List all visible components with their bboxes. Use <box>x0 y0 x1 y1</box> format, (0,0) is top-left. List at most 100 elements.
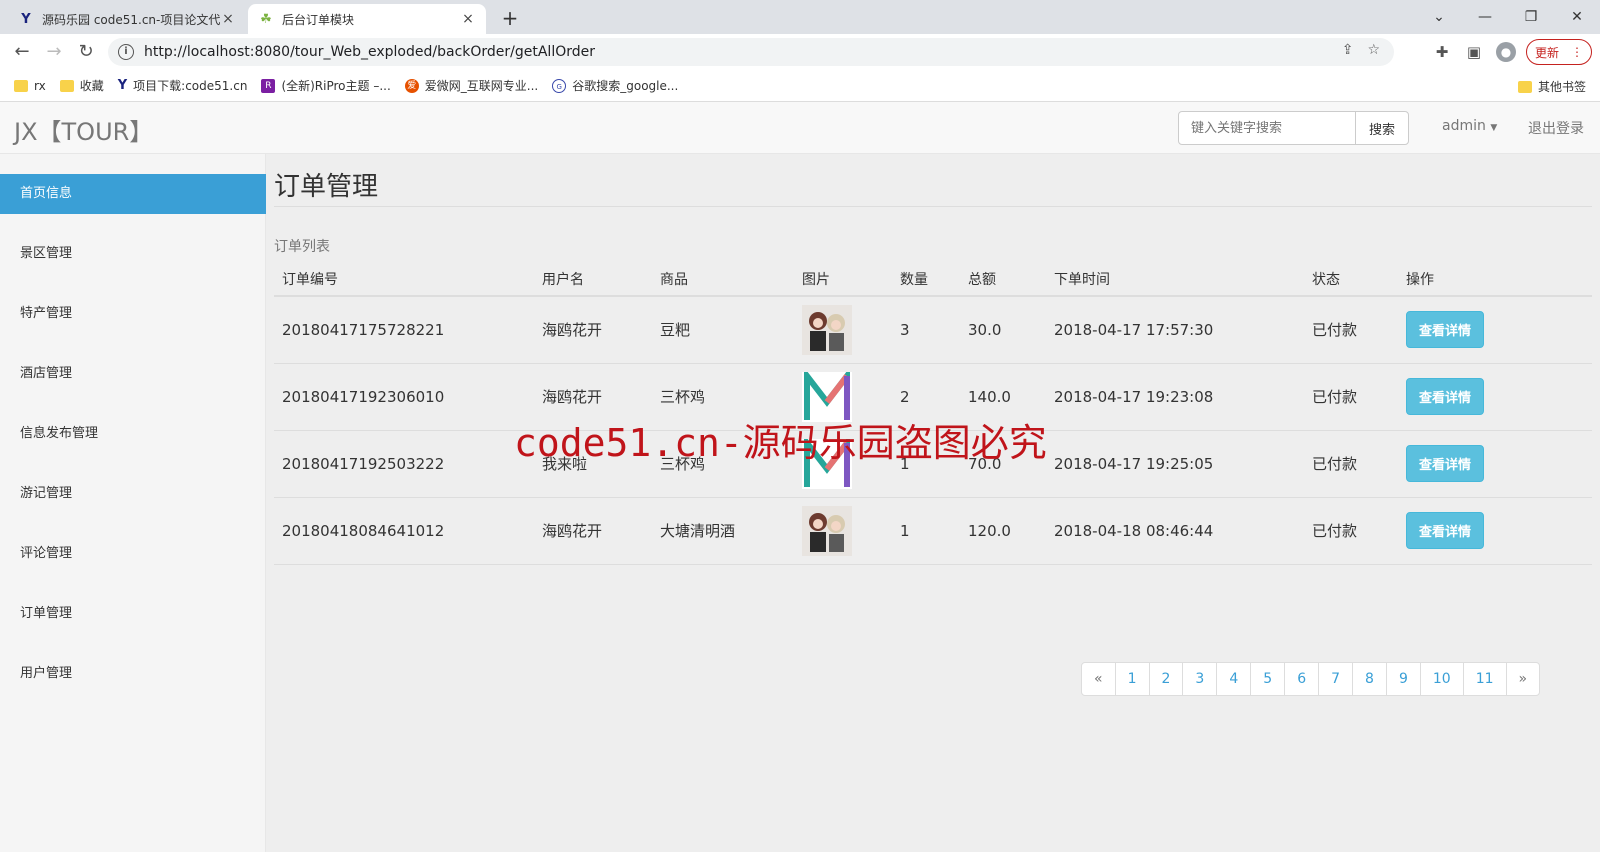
order-image-cell <box>794 497 892 565</box>
watermark-text: code51.cn-源码乐园盗图必究 <box>514 421 1047 465</box>
pagination-page[interactable]: 11 <box>1462 662 1507 696</box>
sidebar-item-hotel[interactable]: 酒店管理 <box>0 354 266 394</box>
bookmark-favorites[interactable]: 收藏 <box>59 77 104 94</box>
y-logo-icon: Y <box>21 11 31 27</box>
bookmarks-bar: rx 收藏 Y 项目下载:code51.cn R (全新)RiPro主题 –... … <box>0 70 1600 102</box>
order-id: 20180417192306010 <box>274 363 534 431</box>
browser-tab-orders[interactable]: ☘ 后台订单模块 × <box>248 4 486 34</box>
close-icon[interactable]: × <box>460 11 476 27</box>
column-header: 订单编号 <box>274 262 534 297</box>
minimize-button[interactable]: — <box>1462 4 1508 30</box>
order-action-cell: 查看详情 <box>1398 497 1592 565</box>
sidebar-item-comments[interactable]: 评论管理 <box>0 534 266 574</box>
bookmark-aiwei[interactable]: 爱爱微网_互联网专业... <box>404 77 539 94</box>
order-action-cell: 查看详情 <box>1398 296 1592 364</box>
caret-down-icon: ▼ <box>1490 123 1498 133</box>
google-search-icon: G <box>552 78 567 93</box>
bookmark-ripro[interactable]: R (全新)RiPro主题 –... <box>261 77 391 94</box>
table-row: 20180418084641012 海鸥花开 大塘清明酒 1 120.0 201… <box>274 497 1592 565</box>
browser-toolbar: ← → ↻ i http://localhost:8080/tour_Web_e… <box>0 34 1600 70</box>
window-close-button[interactable]: ✕ <box>1554 4 1600 30</box>
pagination-page[interactable]: 7 <box>1318 662 1354 696</box>
order-id: 20180418084641012 <box>274 497 534 565</box>
share-icon[interactable]: ⇪ <box>1342 42 1354 58</box>
extensions-icon[interactable]: ✚ <box>1432 42 1452 62</box>
view-details-button[interactable]: 查看详情 <box>1406 378 1485 415</box>
folder-icon <box>14 79 28 92</box>
order-action-cell: 查看详情 <box>1398 363 1592 431</box>
column-header: 状态 <box>1304 262 1398 297</box>
pagination-page[interactable]: 3 <box>1182 662 1218 696</box>
star-icon[interactable]: ☆ <box>1367 42 1380 58</box>
pagination: « 1 2 3 4 5 6 7 8 9 10 11 » <box>1081 662 1541 696</box>
pagination-page[interactable]: 8 <box>1352 662 1387 696</box>
search-button[interactable]: 搜索 <box>1355 111 1409 145</box>
order-time: 2018-04-18 08:46:44 <box>1046 497 1304 565</box>
other-bookmarks[interactable]: 其他书签 <box>1517 78 1586 95</box>
order-status: 已付款 <box>1304 497 1398 565</box>
view-details-button[interactable]: 查看详情 <box>1406 311 1485 349</box>
column-header: 操作 <box>1398 262 1592 297</box>
order-id: 20180417192503222 <box>274 430 534 498</box>
restore-button[interactable]: ❐ <box>1508 4 1554 30</box>
sidebar-item-travelogue[interactable]: 游记管理 <box>0 474 266 514</box>
bookmark-rx[interactable]: rx <box>14 79 46 93</box>
tab-search-icon[interactable]: ⌄ <box>1416 4 1462 30</box>
more-menu-icon[interactable]: ⋮ <box>1571 45 1583 59</box>
main-content: 订单管理 订单列表 订单编号 用户名 商品 图片 数量 总额 下单时间 状态 操… <box>266 154 1600 852</box>
user-menu[interactable]: admin ▼ <box>1442 118 1497 134</box>
back-arrow-icon[interactable]: ← <box>10 40 34 64</box>
sidebar-item-scenic[interactable]: 景区管理 <box>0 234 266 274</box>
pagination-page[interactable]: 9 <box>1385 662 1421 696</box>
side-panel-icon[interactable]: ▣ <box>1464 42 1484 62</box>
pagination-page[interactable]: 4 <box>1216 662 1252 696</box>
view-details-button[interactable]: 查看详情 <box>1406 445 1485 482</box>
bookmark-code51[interactable]: Y 项目下载:code51.cn <box>118 77 248 94</box>
pagination-page[interactable]: 2 <box>1148 662 1184 696</box>
page-icon: ☘ <box>260 11 272 27</box>
folder-icon <box>59 79 74 92</box>
view-details-button[interactable]: 查看详情 <box>1406 512 1485 549</box>
browser-tab-code51[interactable]: Y 源码乐园 code51.cn-项目论文代 × <box>8 4 246 34</box>
bookmark-label: 项目下载:code51.cn <box>133 79 248 93</box>
order-time: 2018-04-17 17:57:30 <box>1046 296 1304 364</box>
sidebar-item-home[interactable]: 首页信息 <box>0 174 266 214</box>
sidebar-item-news[interactable]: 信息发布管理 <box>0 414 266 454</box>
browser-tabstrip: Y 源码乐园 code51.cn-项目论文代 × ☘ 后台订单模块 × + ⌄ … <box>0 0 1600 34</box>
pagination-page[interactable]: 10 <box>1419 662 1464 696</box>
anime-thumb-image <box>802 505 852 556</box>
user-menu-label: admin <box>1442 118 1486 134</box>
sidebar-item-users[interactable]: 用户管理 <box>0 654 266 694</box>
order-id: 20180417175728221 <box>274 296 534 364</box>
bookmark-label: 爱微网_互联网专业... <box>424 79 539 93</box>
app-navbar: JX【TOUR】 搜索 admin ▼ 退出登录 <box>0 102 1600 154</box>
folder-icon <box>1517 80 1532 93</box>
pagination-page[interactable]: 6 <box>1284 662 1320 696</box>
reload-icon[interactable]: ↻ <box>74 40 98 64</box>
forward-arrow-icon[interactable]: → <box>42 40 66 64</box>
new-tab-button[interactable]: + <box>498 6 522 30</box>
tab-title: 后台订单模块 <box>282 12 355 27</box>
close-icon[interactable]: × <box>220 11 236 27</box>
column-header: 下单时间 <box>1046 262 1304 297</box>
logout-link[interactable]: 退出登录 <box>1528 118 1584 138</box>
update-button[interactable]: 更新 ⋮ <box>1526 39 1592 65</box>
column-header: 总额 <box>960 262 1046 297</box>
search-input[interactable] <box>1178 111 1356 145</box>
address-bar[interactable]: i http://localhost:8080/tour_Web_explode… <box>108 38 1394 66</box>
ripro-icon: R <box>261 78 276 93</box>
pagination-next[interactable]: » <box>1505 662 1541 696</box>
info-icon[interactable]: i <box>118 44 134 60</box>
sidebar-item-specialty[interactable]: 特产管理 <box>0 294 266 334</box>
profile-avatar-icon[interactable]: ● <box>1496 42 1516 62</box>
table-header-row: 订单编号 用户名 商品 图片 数量 总额 下单时间 状态 操作 <box>274 262 1592 297</box>
brand-logo[interactable]: JX【TOUR】 <box>14 112 153 147</box>
pagination-prev[interactable]: « <box>1081 662 1116 696</box>
page-title: 订单管理 <box>274 172 379 202</box>
pagination-page[interactable]: 5 <box>1250 662 1286 696</box>
url-text: http://localhost:8080/tour_Web_exploded/… <box>144 44 596 60</box>
sidebar-item-orders[interactable]: 订单管理 <box>0 594 266 634</box>
bookmark-google[interactable]: G 谷歌搜索_google... <box>552 77 678 94</box>
pagination-page[interactable]: 1 <box>1114 662 1150 696</box>
bookmark-label: (全新)RiPro主题 –... <box>281 79 391 93</box>
